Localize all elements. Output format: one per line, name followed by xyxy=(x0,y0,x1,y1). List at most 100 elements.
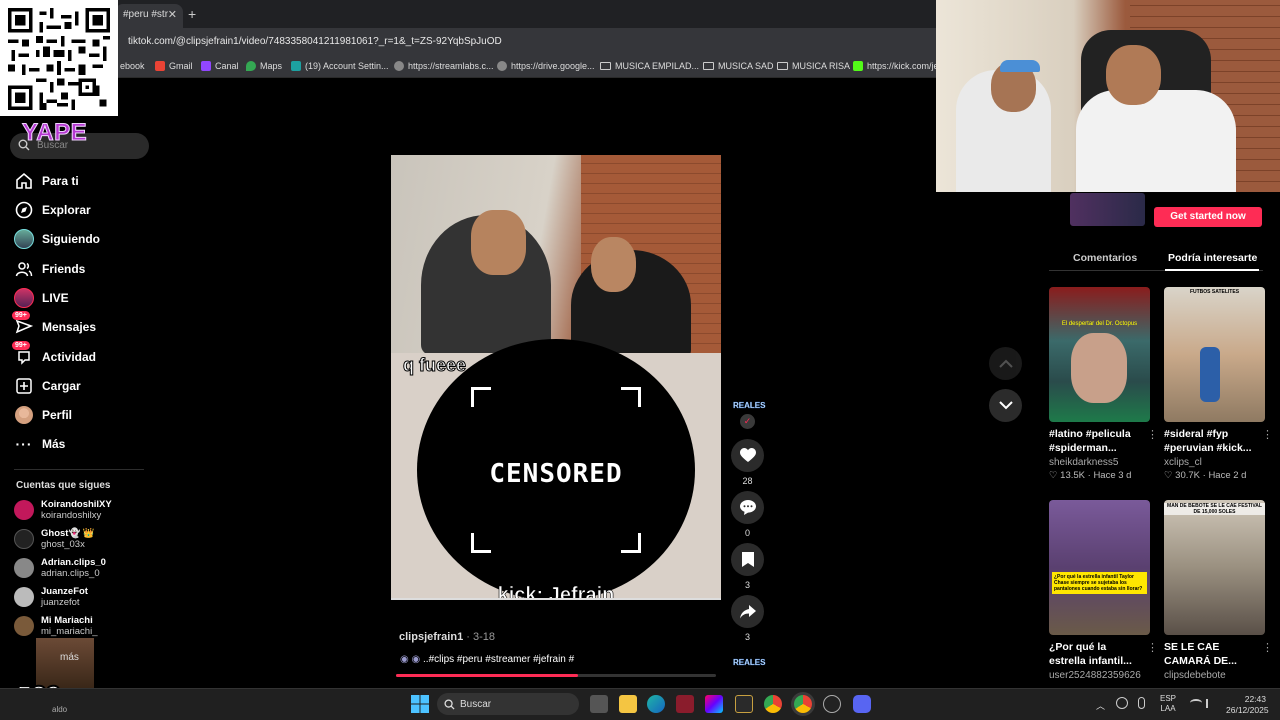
sidebar-item-friends[interactable]: Friends xyxy=(14,258,85,280)
sidebar-item-mas[interactable]: ··· Más xyxy=(14,433,66,455)
bookmark-maps[interactable]: Maps xyxy=(246,61,282,71)
save-button[interactable]: 3 xyxy=(731,543,764,590)
sidebar-item-perfil[interactable]: Perfil xyxy=(14,404,72,426)
game-icon[interactable] xyxy=(735,695,753,713)
frame-corner xyxy=(471,533,491,553)
sidebar-item-explorar[interactable]: Explorar xyxy=(14,199,91,221)
bookmark-label: ebook xyxy=(120,61,145,71)
bookmark-canal[interactable]: Canal xyxy=(201,61,239,71)
avatar xyxy=(14,500,34,520)
author-name: clipsjefrain1 xyxy=(399,631,464,643)
chrome-active-icon[interactable] xyxy=(794,695,812,713)
bookmark-label: MUSICA EMPILAD... xyxy=(615,61,700,71)
obs-icon[interactable] xyxy=(823,695,841,713)
task-view-icon[interactable] xyxy=(590,695,608,713)
bookmark-label: (19) Account Settin... xyxy=(305,61,389,71)
microphone-icon[interactable] xyxy=(1138,697,1145,709)
suggested-video-card[interactable]: MAN DE BEBOTE SE LE CAE FESTIVAL DE 15,0… xyxy=(1164,500,1273,681)
more-options-icon[interactable]: ⋮ xyxy=(1147,641,1158,654)
following-item[interactable]: JuanzeFot juanzefot xyxy=(14,586,88,608)
sidebar-item-para-ti[interactable]: Para ti xyxy=(14,170,79,192)
following-handle: mi_mariachi_ xyxy=(41,626,98,637)
following-item[interactable]: Adrian.clips_0 adrian.clips_0 xyxy=(14,557,106,579)
heart-icon xyxy=(731,439,764,472)
card-caption: ¿Por qué la estrella infantil... xyxy=(1049,641,1132,667)
comment-button[interactable]: 0 xyxy=(731,491,764,538)
chevron-up-icon xyxy=(998,359,1013,368)
video-frame-top xyxy=(391,155,721,360)
following-handle: adrian.clips_0 xyxy=(41,568,100,579)
following-item[interactable]: Ghost👻 👑 ghost_03x xyxy=(14,528,95,550)
chrome-icon[interactable] xyxy=(764,695,782,713)
copilot-icon[interactable] xyxy=(705,695,723,713)
sidebar-item-actividad[interactable]: 99+ Actividad xyxy=(12,341,96,368)
following-item[interactable]: KoirandoshilXY koirandoshilxy xyxy=(14,499,112,521)
following-item[interactable]: Mi Mariachi mi_mariachi_ xyxy=(14,615,98,637)
bookmark-gmail[interactable]: Gmail xyxy=(155,61,193,71)
thumbnail-text: ¿Por qué la estrella infantil Taylor Cha… xyxy=(1052,572,1147,594)
sidebar-item-cargar[interactable]: Cargar xyxy=(14,375,81,397)
tab-podria-interesarte[interactable]: Podría interesarte xyxy=(1168,252,1257,264)
discord-icon[interactable] xyxy=(853,695,871,713)
folder-icon xyxy=(600,62,611,70)
like-button[interactable]: 28 xyxy=(731,439,764,486)
windows-start-icon[interactable] xyxy=(411,695,429,713)
following-section-title: Cuentas que sigues xyxy=(16,480,111,491)
maps-icon xyxy=(246,61,256,71)
sidebar-item-label: Siguiendo xyxy=(42,232,100,246)
keyboard-layout: LAA xyxy=(1160,704,1176,713)
compass-icon xyxy=(14,200,34,220)
reales-overlay-text: REALES xyxy=(733,658,766,667)
wifi-icon[interactable] xyxy=(1190,699,1202,707)
previous-video-button[interactable] xyxy=(989,347,1022,380)
card-time: Hace 3 d xyxy=(1093,470,1132,481)
tray-chevron-up-icon[interactable]: ︿ xyxy=(1096,699,1105,712)
bookmark-drive[interactable]: https://drive.google... xyxy=(497,61,595,71)
reales-overlay-text: REALES xyxy=(733,401,766,410)
card-caption: #sideral #fyp #peruvian #kick... xyxy=(1164,428,1252,454)
url-field[interactable]: tiktok.com/@clipsjefrain1/video/74833580… xyxy=(128,36,502,47)
see-more-link[interactable]: más xyxy=(60,652,79,663)
suggested-video-card[interactable]: El despertar del Dr. Octopus #latino #pe… xyxy=(1049,287,1158,481)
app-icon[interactable] xyxy=(676,695,694,713)
video-player[interactable]: CENSORED q fueee kick: Jefrain xyxy=(391,155,721,600)
next-video-button[interactable] xyxy=(989,389,1022,422)
language-indicator[interactable]: ESP LAA xyxy=(1160,694,1176,714)
bookmark-kick[interactable]: https://kick.com/jef xyxy=(853,61,941,71)
tab-comentarios[interactable]: Comentarios xyxy=(1073,252,1137,264)
bookmark-folder-musica-empilad[interactable]: MUSICA EMPILAD... xyxy=(600,61,699,71)
more-options-icon[interactable]: ⋮ xyxy=(1147,428,1158,441)
close-tab-icon[interactable]: ✕ xyxy=(168,8,177,21)
get-started-button[interactable]: Get started now xyxy=(1154,207,1262,227)
bookmark-folder-musica-sad[interactable]: MUSICA SAD xyxy=(703,61,774,71)
video-progress-fill xyxy=(396,674,579,677)
activity-icon: 99+ xyxy=(12,341,34,367)
more-options-icon[interactable]: ⋮ xyxy=(1262,641,1273,654)
home-icon xyxy=(14,171,34,191)
bookmark-label: MUSICA SAD xyxy=(718,61,774,71)
file-explorer-icon[interactable] xyxy=(619,695,637,713)
share-button[interactable]: 3 xyxy=(731,595,764,642)
more-options-icon[interactable]: ⋮ xyxy=(1262,428,1273,441)
suggested-video-card[interactable]: ¿Por qué la estrella infantil Taylor Cha… xyxy=(1049,500,1158,681)
video-author[interactable]: clipsjefrain1 · 3-18 xyxy=(399,631,495,643)
sidebar-item-live[interactable]: LIVE xyxy=(14,287,69,309)
bookmark-streamlabs[interactable]: https://streamlabs.c... xyxy=(394,61,494,71)
bookmark-facebook[interactable]: ebook xyxy=(120,61,145,71)
edge-icon[interactable] xyxy=(647,695,665,713)
taskbar-search[interactable] xyxy=(437,693,579,715)
bookmark-folder-musica-risa[interactable]: MUSICA RISA xyxy=(777,61,850,71)
follow-check-icon[interactable]: ✓ xyxy=(740,414,755,429)
suggested-video-card[interactable]: FUTBOS SATELITES #sideral #fyp #peruvian… xyxy=(1164,287,1273,481)
volume-icon[interactable] xyxy=(1206,699,1215,708)
sync-icon[interactable] xyxy=(1116,697,1128,709)
browser-tab-active[interactable]: #peru #str ✕ xyxy=(115,4,183,28)
sidebar-item-mensajes[interactable]: 99+ Mensajes xyxy=(12,311,96,338)
new-tab-button[interactable]: + xyxy=(188,6,196,22)
bookmark-account-settings[interactable]: (19) Account Settin... xyxy=(291,61,389,71)
messages-icon: 99+ xyxy=(12,311,34,337)
sidebar-item-label: LIVE xyxy=(42,291,69,305)
sidebar-item-siguiendo[interactable]: Siguiendo xyxy=(14,228,100,250)
clock[interactable]: 22:43 26/12/2025 xyxy=(1226,694,1269,716)
folder-icon xyxy=(777,62,788,70)
